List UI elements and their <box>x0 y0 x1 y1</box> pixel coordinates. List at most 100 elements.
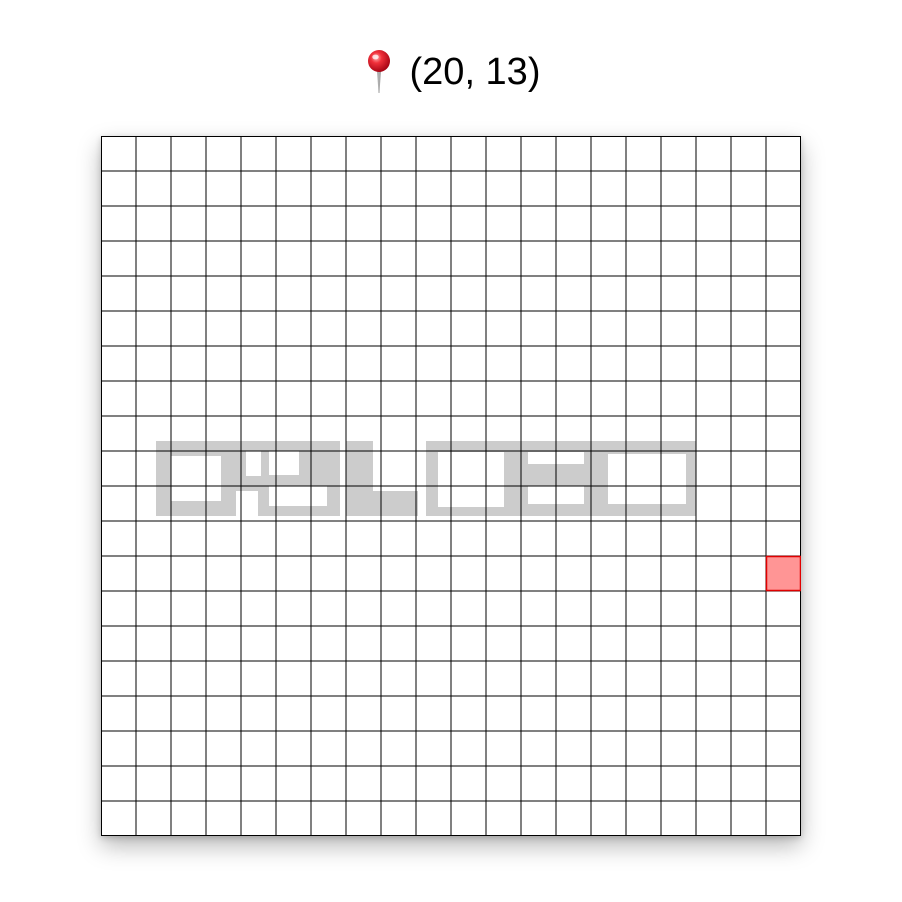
board-cell[interactable] <box>311 136 346 171</box>
board-cell[interactable] <box>591 346 626 381</box>
board-cell[interactable] <box>626 276 661 311</box>
board-cell[interactable] <box>171 556 206 591</box>
board-cell[interactable] <box>101 556 136 591</box>
board-cell[interactable] <box>206 486 241 521</box>
board-cell[interactable] <box>276 136 311 171</box>
board-cell[interactable] <box>626 801 661 836</box>
board-cell[interactable] <box>486 171 521 206</box>
board-cell[interactable] <box>766 381 801 416</box>
board-cell[interactable] <box>451 591 486 626</box>
board-cell[interactable] <box>171 696 206 731</box>
board-cell[interactable] <box>101 451 136 486</box>
board-cell[interactable] <box>346 171 381 206</box>
board-cell[interactable] <box>416 731 451 766</box>
board-cell[interactable] <box>626 311 661 346</box>
board-cell[interactable] <box>591 381 626 416</box>
board-cell[interactable] <box>556 346 591 381</box>
board-cell[interactable] <box>661 591 696 626</box>
board-cell[interactable] <box>521 801 556 836</box>
board-cell[interactable] <box>416 451 451 486</box>
game-board[interactable] <box>101 136 801 836</box>
board-cell[interactable] <box>696 801 731 836</box>
board-cell[interactable] <box>521 766 556 801</box>
board-cell[interactable] <box>451 241 486 276</box>
board-cell[interactable] <box>626 556 661 591</box>
board-cell[interactable] <box>451 451 486 486</box>
board-cell[interactable] <box>451 276 486 311</box>
board-cell[interactable] <box>171 661 206 696</box>
board-cell[interactable] <box>171 521 206 556</box>
board-cell[interactable] <box>486 556 521 591</box>
board-cell[interactable] <box>521 276 556 311</box>
board-cell[interactable] <box>381 136 416 171</box>
board-cell[interactable] <box>731 626 766 661</box>
board-cell[interactable] <box>101 171 136 206</box>
board-cell[interactable] <box>696 626 731 661</box>
board-cell[interactable] <box>311 661 346 696</box>
board-cell[interactable] <box>661 521 696 556</box>
board-cell[interactable] <box>591 661 626 696</box>
board-cell[interactable] <box>521 346 556 381</box>
board-cell[interactable] <box>171 206 206 241</box>
board-cell[interactable] <box>136 311 171 346</box>
board-cell[interactable] <box>556 206 591 241</box>
board-cell[interactable] <box>276 766 311 801</box>
board-cell[interactable] <box>556 451 591 486</box>
board-cell[interactable] <box>206 661 241 696</box>
board-cell[interactable] <box>101 381 136 416</box>
board-cell[interactable] <box>731 801 766 836</box>
board-cell[interactable] <box>766 276 801 311</box>
board-cell[interactable] <box>731 206 766 241</box>
board-cell[interactable] <box>381 696 416 731</box>
board-cell[interactable] <box>521 696 556 731</box>
board-cell[interactable] <box>381 556 416 591</box>
board-cell[interactable] <box>451 381 486 416</box>
board-cell[interactable] <box>206 731 241 766</box>
board-cell[interactable] <box>171 626 206 661</box>
board-cell[interactable] <box>171 766 206 801</box>
board-cell[interactable] <box>591 731 626 766</box>
board-cell[interactable] <box>311 521 346 556</box>
board-cell[interactable] <box>311 556 346 591</box>
board-cell[interactable] <box>766 416 801 451</box>
board-cell[interactable] <box>416 626 451 661</box>
board-cell[interactable] <box>731 731 766 766</box>
board-cell[interactable] <box>206 451 241 486</box>
board-cell[interactable] <box>416 136 451 171</box>
board-cell[interactable] <box>661 206 696 241</box>
board-cell[interactable] <box>731 521 766 556</box>
board-cell[interactable] <box>521 451 556 486</box>
board-cell[interactable] <box>101 661 136 696</box>
board-cell[interactable] <box>381 346 416 381</box>
board-cell[interactable] <box>171 311 206 346</box>
board-cell[interactable] <box>136 276 171 311</box>
board-cell[interactable] <box>206 136 241 171</box>
board-cell[interactable] <box>486 136 521 171</box>
board-cell[interactable] <box>416 171 451 206</box>
board-cell[interactable] <box>486 451 521 486</box>
board-cell[interactable] <box>661 311 696 346</box>
board-cell[interactable] <box>486 206 521 241</box>
board-cell[interactable] <box>241 661 276 696</box>
board-cell[interactable] <box>171 276 206 311</box>
board-cell[interactable] <box>556 241 591 276</box>
board-cell[interactable] <box>626 591 661 626</box>
board-cell[interactable] <box>661 626 696 661</box>
board-cell[interactable] <box>241 276 276 311</box>
board-cell[interactable] <box>381 276 416 311</box>
board-cell[interactable] <box>626 136 661 171</box>
board-cell[interactable] <box>206 171 241 206</box>
board-cell[interactable] <box>206 801 241 836</box>
board-cell[interactable] <box>556 136 591 171</box>
board-cell[interactable] <box>766 171 801 206</box>
board-cell[interactable] <box>311 766 346 801</box>
board-cell[interactable] <box>696 171 731 206</box>
board-cell[interactable] <box>451 556 486 591</box>
board-cell[interactable] <box>136 661 171 696</box>
board-cell[interactable] <box>731 346 766 381</box>
board-cell[interactable] <box>311 486 346 521</box>
board-cell[interactable] <box>416 311 451 346</box>
board-cell[interactable] <box>136 136 171 171</box>
board-cell[interactable] <box>591 416 626 451</box>
board-cell[interactable] <box>451 486 486 521</box>
